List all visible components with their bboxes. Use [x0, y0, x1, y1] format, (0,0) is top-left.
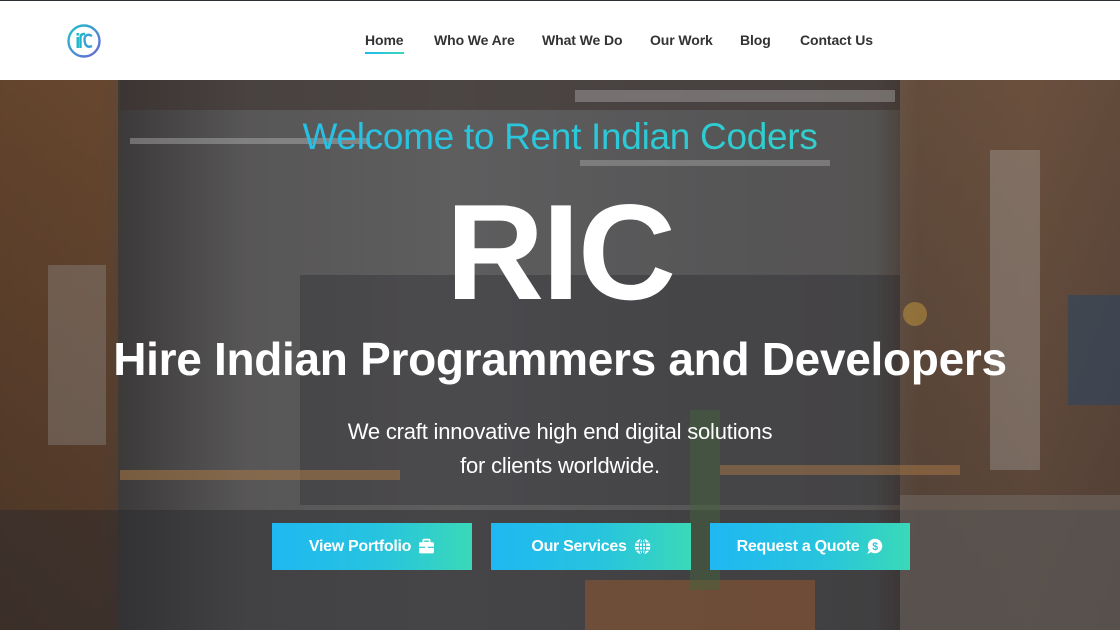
nav-contact-us[interactable]: Contact Us [800, 32, 873, 48]
nav-what-we-do[interactable]: What We Do [542, 32, 623, 48]
acronym-heading: RIC [445, 176, 676, 328]
dollar-chat-icon: $ [867, 538, 883, 554]
globe-icon [634, 538, 650, 555]
nav-blog[interactable]: Blog [740, 32, 771, 48]
view-portfolio-label: View Portfolio [308, 537, 412, 555]
main-headline: Hire Indian Programmers and Developers [113, 333, 1007, 385]
welcome-heading: Welcome to Rent Indian Coders [0, 116, 1120, 158]
tagline-line-1: We craft innovative high end digital sol… [347, 419, 773, 444]
briefcase-icon [419, 538, 435, 554]
hero-section: Welcome to Rent Indian Coders RIC Hire I… [0, 80, 1120, 630]
our-services-label: Our Services [531, 537, 627, 555]
svg-text:$: $ [873, 541, 879, 553]
request-quote-label: Request a Quote [736, 537, 860, 555]
navbar: Home Who We Are What We Do Our Work Blog… [0, 1, 1120, 80]
main-nav: Home Who We Are What We Do Our Work Blog… [0, 1, 1120, 80]
tagline: We craft innovative high end digital sol… [0, 415, 1120, 483]
our-services-button[interactable]: Our Services [491, 523, 691, 570]
request-quote-button[interactable]: Request a Quote $ [710, 523, 910, 570]
nav-who-we-are[interactable]: Who We Are [434, 32, 515, 48]
nav-home[interactable]: Home [365, 32, 404, 54]
nav-our-work[interactable]: Our Work [650, 32, 713, 48]
tagline-line-2: for clients worldwide. [460, 453, 660, 478]
view-portfolio-button[interactable]: View Portfolio [272, 523, 472, 570]
